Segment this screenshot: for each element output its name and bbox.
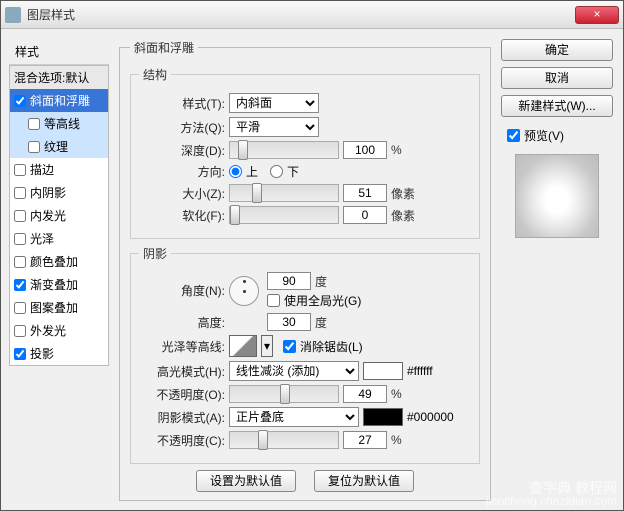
shading-group: 阴影 角度(N): 90 度 使用全局光(G) <box>130 245 480 464</box>
antialias-label: 消除锯齿(L) <box>300 338 363 355</box>
new-style-button[interactable]: 新建样式(W)... <box>501 95 613 117</box>
highlight-mode-select[interactable]: 线性减淡 (添加) <box>229 361 359 381</box>
altitude-value[interactable]: 30 <box>267 313 311 331</box>
make-default-button[interactable]: 设置为默认值 <box>196 470 296 492</box>
highlight-color-hex: #ffffff <box>407 364 433 378</box>
style-row-color-overlay[interactable]: 颜色叠加 <box>10 250 108 273</box>
bevel-group: 斜面和浮雕 结构 样式(T): 内斜面 方法(Q): 平滑 深度(D): 100 <box>119 39 491 501</box>
style-row-contour[interactable]: 等高线 <box>10 112 108 135</box>
size-slider[interactable] <box>229 184 339 202</box>
gloss-contour-dropdown[interactable]: ▾ <box>261 335 273 357</box>
shadow-opacity-slider[interactable] <box>229 431 339 449</box>
shadow-color-swatch[interactable] <box>363 408 403 426</box>
styles-list: 混合选项:默认 斜面和浮雕 等高线 纹理 描边 内阴影 内发光 光泽 颜色叠加 … <box>9 65 109 366</box>
depth-label: 深度(D): <box>139 142 225 159</box>
window-title: 图层样式 <box>27 6 575 23</box>
shadow-opacity-value[interactable]: 27 <box>343 431 387 449</box>
style-row-gradient-overlay[interactable]: 渐变叠加 <box>10 273 108 296</box>
highlight-opacity-slider[interactable] <box>229 385 339 403</box>
style-row-stroke[interactable]: 描边 <box>10 158 108 181</box>
soften-value[interactable]: 0 <box>343 206 387 224</box>
structure-legend: 结构 <box>139 66 171 83</box>
dialog-body: 样式 混合选项:默认 斜面和浮雕 等高线 纹理 描边 内阴影 内发光 光泽 颜色… <box>1 29 623 484</box>
inner-shadow-checkbox[interactable] <box>14 187 26 199</box>
shadow-opacity-label: 不透明度(C): <box>139 432 225 449</box>
style-select[interactable]: 内斜面 <box>229 93 319 113</box>
highlight-color-swatch[interactable] <box>363 362 403 380</box>
angle-label: 角度(N): <box>139 282 225 299</box>
cancel-button[interactable]: 取消 <box>501 67 613 89</box>
titlebar[interactable]: 图层样式 × <box>1 1 623 29</box>
color-overlay-checkbox[interactable] <box>14 256 26 268</box>
texture-checkbox[interactable] <box>28 141 40 153</box>
preview-label: 预览(V) <box>524 127 564 144</box>
technique-label: 方法(Q): <box>139 119 225 136</box>
stroke-checkbox[interactable] <box>14 164 26 176</box>
size-label: 大小(Z): <box>139 185 225 202</box>
structure-group: 结构 样式(T): 内斜面 方法(Q): 平滑 深度(D): 100 % <box>130 66 480 239</box>
blending-options-row[interactable]: 混合选项:默认 <box>10 66 108 89</box>
settings-column: 斜面和浮雕 结构 样式(T): 内斜面 方法(Q): 平滑 深度(D): 100 <box>119 39 491 476</box>
antialias-checkbox[interactable] <box>283 340 296 353</box>
soften-label: 软化(F): <box>139 207 225 224</box>
ok-button[interactable]: 确定 <box>501 39 613 61</box>
depth-value[interactable]: 100 <box>343 141 387 159</box>
style-row-inner-shadow[interactable]: 内阴影 <box>10 181 108 204</box>
inner-glow-checkbox[interactable] <box>14 210 26 222</box>
highlight-mode-label: 高光模式(H): <box>139 363 225 380</box>
preview-thumbnail <box>515 154 599 238</box>
bevel-legend: 斜面和浮雕 <box>130 39 198 56</box>
direction-label: 方向: <box>139 163 225 180</box>
styles-header: 样式 <box>9 39 109 65</box>
technique-select[interactable]: 平滑 <box>229 117 319 137</box>
styles-column: 样式 混合选项:默认 斜面和浮雕 等高线 纹理 描边 内阴影 内发光 光泽 颜色… <box>9 39 109 476</box>
bevel-checkbox[interactable] <box>14 95 26 107</box>
satin-checkbox[interactable] <box>14 233 26 245</box>
style-row-satin[interactable]: 光泽 <box>10 227 108 250</box>
angle-value[interactable]: 90 <box>267 272 311 290</box>
reset-default-button[interactable]: 复位为默认值 <box>314 470 414 492</box>
shadow-color-hex: #000000 <box>407 410 454 424</box>
global-light-checkbox[interactable] <box>267 294 280 307</box>
preview-checkbox[interactable] <box>507 129 520 142</box>
shadow-mode-label: 阴影模式(A): <box>139 409 225 426</box>
style-label: 样式(T): <box>139 95 225 112</box>
style-row-bevel[interactable]: 斜面和浮雕 <box>10 89 108 112</box>
layer-style-dialog: 图层样式 × 样式 混合选项:默认 斜面和浮雕 等高线 纹理 描边 内阴影 内发… <box>0 0 624 511</box>
action-column: 确定 取消 新建样式(W)... 预览(V) <box>501 39 613 476</box>
depth-slider[interactable] <box>229 141 339 159</box>
style-row-outer-glow[interactable]: 外发光 <box>10 319 108 342</box>
style-row-drop-shadow[interactable]: 投影 <box>10 342 108 365</box>
app-icon <box>5 7 21 23</box>
contour-checkbox[interactable] <box>28 118 40 130</box>
angle-dial[interactable] <box>229 276 259 306</box>
shadow-mode-select[interactable]: 正片叠底 <box>229 407 359 427</box>
highlight-opacity-value[interactable]: 49 <box>343 385 387 403</box>
shading-legend: 阴影 <box>139 245 171 262</box>
drop-shadow-checkbox[interactable] <box>14 348 26 360</box>
pattern-overlay-checkbox[interactable] <box>14 302 26 314</box>
altitude-label: 高度: <box>139 314 225 331</box>
global-light-label: 使用全局光(G) <box>284 292 361 309</box>
direction-down-radio[interactable] <box>270 165 283 178</box>
style-row-texture[interactable]: 纹理 <box>10 135 108 158</box>
gloss-contour-label: 光泽等高线: <box>139 338 225 355</box>
watermark: 查字典 教程网 jiaocheng.chazidian.com <box>486 482 617 508</box>
direction-up-radio[interactable] <box>229 165 242 178</box>
gradient-overlay-checkbox[interactable] <box>14 279 26 291</box>
highlight-opacity-label: 不透明度(O): <box>139 386 225 403</box>
size-value[interactable]: 51 <box>343 184 387 202</box>
outer-glow-checkbox[interactable] <box>14 325 26 337</box>
gloss-contour-picker[interactable] <box>229 335 257 357</box>
style-row-inner-glow[interactable]: 内发光 <box>10 204 108 227</box>
soften-slider[interactable] <box>229 206 339 224</box>
style-row-pattern-overlay[interactable]: 图案叠加 <box>10 296 108 319</box>
close-button[interactable]: × <box>575 6 619 24</box>
